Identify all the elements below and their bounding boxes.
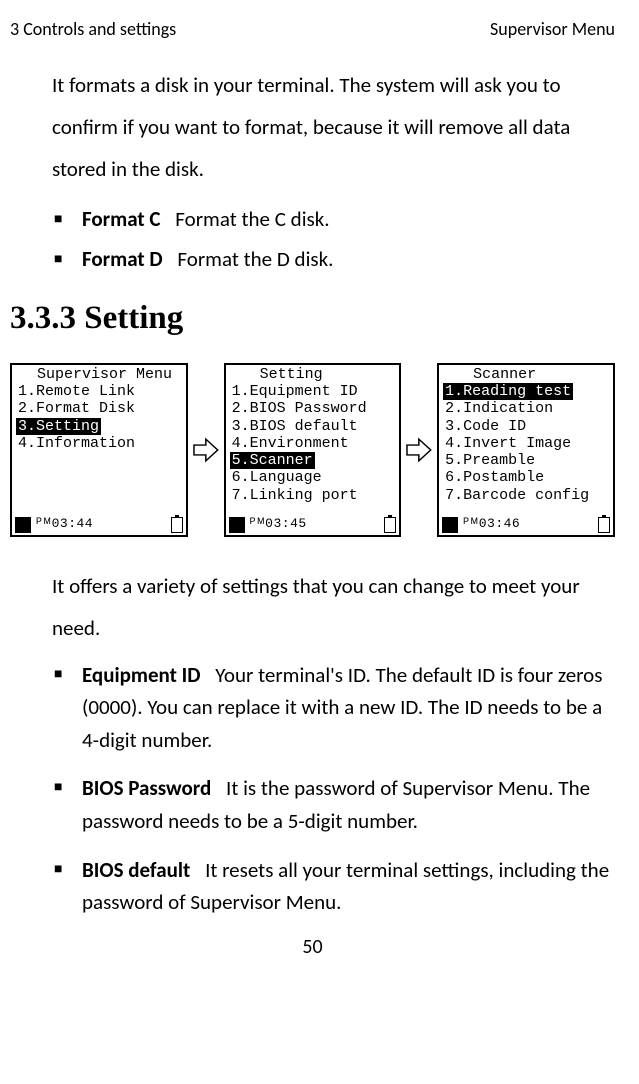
battery-icon <box>384 517 396 533</box>
setting-item: BIOS Password It is the password of Supe… <box>54 772 615 837</box>
menu-item-selected: 1.Reading test <box>443 383 573 400</box>
signal-icon <box>442 517 458 533</box>
setting-desc-list: Equipment ID Your terminal's ID. The def… <box>54 659 615 919</box>
section-heading: 3.3.3 Setting <box>10 300 615 337</box>
menu-item: 3.BIOS default <box>230 418 360 435</box>
status-bar: ᴾᴹ03:45 <box>226 515 400 535</box>
screen-title: Scanner <box>439 365 613 383</box>
format-list: Format C Format the C disk. Format D For… <box>54 200 615 280</box>
screen-items: 1.Equipment ID 2.BIOS Password 3.BIOS de… <box>226 383 400 515</box>
screen-scanner: Scanner 1.Reading test 2.Indication 3.Co… <box>437 363 615 537</box>
menu-item-selected: 3.Setting <box>16 418 101 435</box>
menu-item: 2.Indication <box>443 400 555 417</box>
header-right: Supervisor Menu <box>490 18 615 40</box>
battery-icon <box>598 517 610 533</box>
setting-item: Equipment ID Your terminal's ID. The def… <box>54 659 615 757</box>
menu-item-selected: 5.Scanner <box>230 452 315 469</box>
screen-items: 1.Reading test 2.Indication 3.Code ID 4.… <box>439 383 613 515</box>
battery-icon <box>171 517 183 533</box>
menu-item: 5.Preamble <box>443 452 537 469</box>
signal-icon <box>15 517 31 533</box>
setting-item: BIOS default It resets all your terminal… <box>54 854 615 919</box>
status-time: ᴾᴹ03:44 <box>35 517 169 532</box>
screen-supervisor-menu: Supervisor Menu 1.Remote Link 2.Format D… <box>10 363 188 537</box>
intro-paragraph: It formats a disk in your terminal. The … <box>52 64 615 190</box>
menu-item: 2.Format Disk <box>16 400 137 417</box>
menu-item: 4.Invert Image <box>443 435 573 452</box>
header-left: 3 Controls and settings <box>10 18 176 40</box>
menu-item: 4.Environment <box>230 435 351 452</box>
setting-term: Equipment ID <box>82 662 201 688</box>
status-bar: ᴾᴹ03:44 <box>12 515 186 535</box>
page-header: 3 Controls and settings Supervisor Menu <box>10 18 615 40</box>
arrow-right-icon <box>405 435 433 465</box>
menu-item: 7.Barcode config <box>443 487 591 504</box>
after-desc: It offers a variety of settings that you… <box>52 565 615 649</box>
arrow-right-icon <box>192 435 220 465</box>
menu-item: 4.Information <box>16 435 137 452</box>
format-detail: Format the C disk. <box>175 206 329 232</box>
status-time: ᴾᴹ03:45 <box>249 517 383 532</box>
menu-item: 2.BIOS Password <box>230 400 369 417</box>
menu-item: 6.Language <box>230 469 324 486</box>
menu-item: 1.Remote Link <box>16 383 137 400</box>
menu-item: 1.Equipment ID <box>230 383 360 400</box>
screen-title: Setting <box>226 365 400 383</box>
menu-item: 6.Postamble <box>443 469 546 486</box>
screen-setting: Setting 1.Equipment ID 2.BIOS Password 3… <box>224 363 402 537</box>
format-term: Format D <box>82 246 163 272</box>
status-time: ᴾᴹ03:46 <box>462 517 596 532</box>
menu-item: 7.Linking port <box>230 487 360 504</box>
menu-item: 3.Code ID <box>443 418 528 435</box>
screen-items: 1.Remote Link 2.Format Disk 3.Setting 4.… <box>12 383 186 515</box>
format-item: Format D Format the D disk. <box>54 240 615 280</box>
setting-term: BIOS Password <box>82 775 211 801</box>
setting-term: BIOS default <box>82 857 190 883</box>
screen-title: Supervisor Menu <box>12 365 186 383</box>
format-item: Format C Format the C disk. <box>54 200 615 240</box>
page-number: 50 <box>10 935 615 959</box>
screens-row: Supervisor Menu 1.Remote Link 2.Format D… <box>10 363 615 537</box>
format-detail: Format the D disk. <box>177 246 333 272</box>
signal-icon <box>229 517 245 533</box>
status-bar: ᴾᴹ03:46 <box>439 515 613 535</box>
format-term: Format C <box>82 206 161 232</box>
